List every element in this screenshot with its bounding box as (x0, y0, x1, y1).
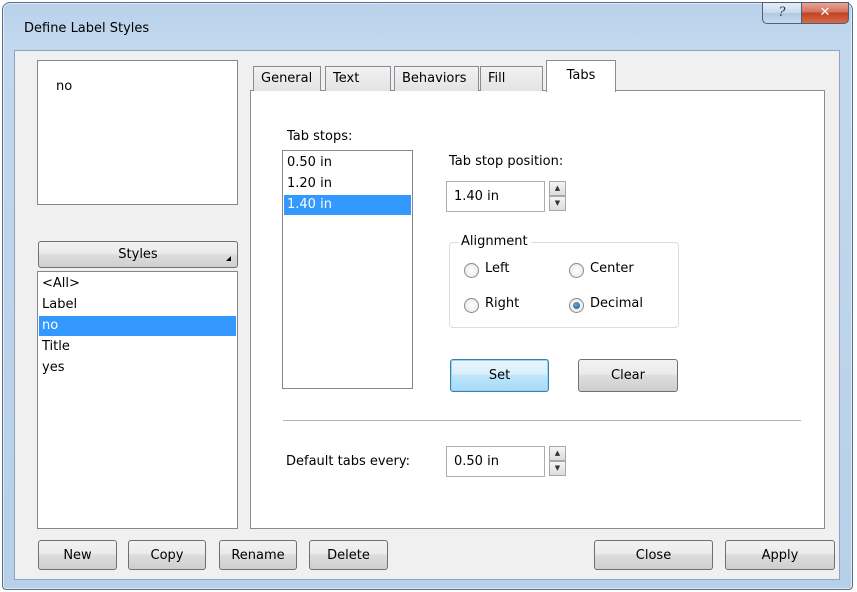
help-icon: ? (778, 5, 786, 20)
tab-stop-item[interactable]: 1.20 in (284, 174, 411, 194)
default-tabs-label: Default tabs every: (286, 454, 411, 469)
list-item-yes[interactable]: yes (39, 358, 236, 378)
apply-button[interactable]: Apply (725, 540, 835, 570)
list-item-label[interactable]: Label (39, 295, 236, 315)
radio-center-label[interactable]: Center (590, 261, 634, 276)
tab-tabs[interactable]: Tabs (546, 60, 616, 92)
radio-center[interactable] (569, 263, 584, 278)
default-tabs-spinner: ▲ ▼ (549, 446, 566, 477)
preview-text: no (56, 79, 73, 94)
alignment-group-title: Alignment (458, 234, 531, 249)
tab-behaviors[interactable]: Behaviors (394, 66, 479, 91)
tab-stop-position-spinner: ▲ ▼ (549, 181, 566, 212)
tab-stop-item[interactable]: 0.50 in (284, 153, 411, 173)
clear-button[interactable]: Clear (578, 359, 678, 392)
radio-left[interactable] (464, 263, 479, 278)
tab-general[interactable]: General (253, 66, 321, 91)
alignment-group (449, 242, 679, 328)
close-icon: ✕ (819, 5, 831, 20)
spin-down-button[interactable]: ▼ (549, 196, 566, 211)
styles-button-label: Styles (118, 247, 158, 262)
list-item-all[interactable]: <All> (39, 274, 236, 294)
rename-button[interactable]: Rename (219, 540, 297, 570)
radio-right-label[interactable]: Right (485, 296, 519, 311)
radio-decimal[interactable] (569, 298, 584, 313)
tab-stops-label: Tab stops: (287, 129, 353, 144)
divider (283, 420, 801, 421)
list-item-no[interactable]: no (39, 316, 236, 336)
help-button[interactable]: ? (762, 2, 802, 24)
tab-stop-item[interactable]: 1.40 in (284, 195, 411, 215)
tab-text[interactable]: Text (325, 66, 391, 91)
copy-button[interactable]: Copy (128, 540, 206, 570)
arrow-down-icon: ▼ (554, 199, 561, 207)
radio-right[interactable] (464, 298, 479, 313)
radio-left-label[interactable]: Left (485, 261, 509, 276)
arrow-up-icon: ▲ (554, 184, 561, 192)
spin-down-button[interactable]: ▼ (549, 461, 566, 476)
default-tabs-input[interactable]: 0.50 in (446, 446, 545, 477)
dropdown-corner-icon (226, 256, 231, 261)
close-window-button[interactable]: ✕ (801, 2, 849, 24)
arrow-down-icon: ▼ (554, 464, 561, 472)
spin-up-button[interactable]: ▲ (549, 181, 566, 196)
tab-stops-list[interactable]: 0.50 in 1.20 in 1.40 in (282, 150, 413, 389)
tab-stop-position-label: Tab stop position: (449, 154, 564, 169)
tab-stop-position-input[interactable]: 1.40 in (446, 181, 545, 212)
styles-dropdown-button[interactable]: Styles (38, 241, 238, 268)
spin-up-button[interactable]: ▲ (549, 446, 566, 461)
list-item-title[interactable]: Title (39, 337, 236, 357)
close-button[interactable]: Close (594, 540, 713, 570)
window-title: Define Label Styles (24, 21, 150, 36)
tab-fill[interactable]: Fill (480, 66, 543, 91)
delete-button[interactable]: Delete (309, 540, 388, 570)
radio-decimal-label[interactable]: Decimal (590, 296, 643, 311)
styles-list[interactable]: <All> Label no Title yes (37, 271, 238, 529)
radio-selected-dot (573, 302, 580, 309)
new-button[interactable]: New (38, 540, 117, 570)
arrow-up-icon: ▲ (554, 449, 561, 457)
set-button[interactable]: Set (450, 359, 549, 392)
